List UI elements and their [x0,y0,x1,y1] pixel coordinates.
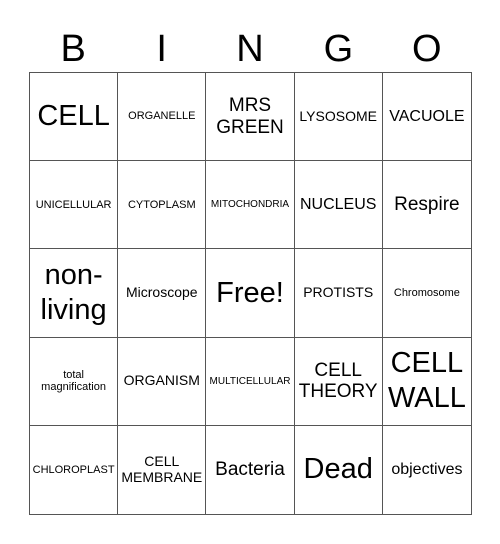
bingo-cell[interactable]: objectives [383,426,471,514]
bingo-cell[interactable]: PROTISTS [294,249,383,338]
bingo-cell[interactable]: CELL [30,73,119,162]
bingo-cell[interactable]: CHLOROPLAST [30,425,119,514]
bingo-cell[interactable]: total magnification [30,337,119,426]
bingo-cell[interactable]: ORGANISM [118,337,207,426]
bingo-cell[interactable]: VACUOLE [382,73,471,162]
bingo-cell[interactable]: CELL THEORY [294,337,383,426]
bingo-cell[interactable]: CELL MEMBRANE [118,425,207,514]
bingo-cell[interactable]: Bacteria [206,425,295,514]
header-letter-b: B [60,28,86,70]
bingo-cell[interactable]: NUCLEUS [294,161,383,250]
header-letter-n: N [236,28,264,70]
header-letter-i: I [156,28,167,70]
bingo-cell[interactable]: Microscope [118,249,207,338]
bingo-cell[interactable]: UNICELLULAR [30,161,119,250]
bingo-cell[interactable]: MRS GREEN [206,73,295,162]
bingo-cell[interactable]: Dead [295,425,383,514]
bingo-cell[interactable]: ORGANELLE [118,73,207,162]
bingo-cell[interactable]: CYTOPLASM [118,161,207,250]
bingo-cell[interactable]: MULTICELLULAR [206,337,295,426]
header-letter-o: O [412,28,442,70]
header-letter-g: G [323,28,354,70]
bingo-cell[interactable]: CELL WALL [382,338,471,426]
bingo-cell[interactable]: non-living [30,249,119,338]
bingo-cell[interactable]: MITOCHONDRIA [206,161,295,250]
bingo-cell[interactable]: LYSOSOME [294,73,383,162]
bingo-header: B I N G O [29,26,471,72]
bingo-cell[interactable]: Respire [382,161,471,250]
bingo-grid: CELL ORGANELLE MRS GREEN LYSOSOME VACUOL… [29,72,472,515]
bingo-cell[interactable]: Chromosome [382,249,471,338]
bingo-free-space[interactable]: Free! [206,249,295,338]
